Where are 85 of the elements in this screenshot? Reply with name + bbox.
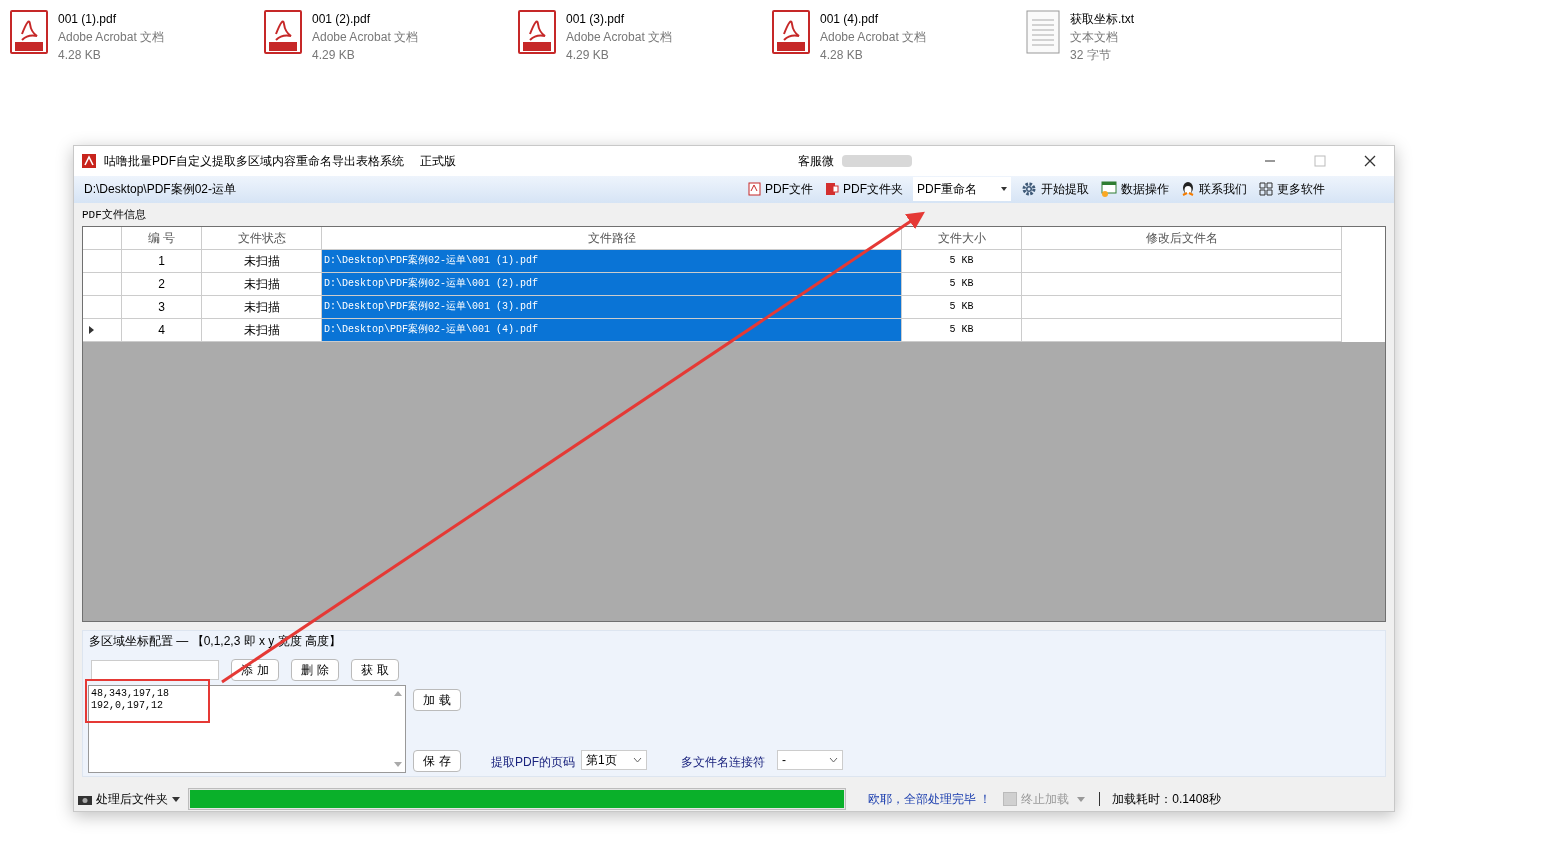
grid-icon: [1259, 182, 1273, 197]
status-message: 欧耶，全部处理完毕 ！: [868, 791, 992, 809]
table-cell: D:\Desktop\PDF案例02-运单\001 (3).pdf: [322, 295, 902, 319]
table-cell: 3: [122, 295, 202, 319]
page-label: 提取PDF的页码: [491, 753, 575, 771]
file-type: Adobe Acrobat 文档: [820, 29, 927, 46]
row-header[interactable]: [83, 318, 122, 342]
file-size: 4.28 KB: [58, 47, 102, 64]
table-cell: D:\Desktop\PDF案例02-运单\001 (1).pdf: [322, 249, 902, 273]
row-header[interactable]: [83, 272, 122, 296]
file-name[interactable]: 获取坐标.txt: [1070, 10, 1134, 28]
config-button[interactable]: 获 取: [351, 658, 399, 681]
joiner-select[interactable]: -: [777, 749, 843, 770]
file-name[interactable]: 001 (4).pdf: [820, 10, 927, 28]
toolbar-button[interactable]: 联系我们: [1175, 175, 1253, 204]
pdf-file-icon: [772, 10, 810, 54]
toolbar-button[interactable]: 更多软件: [1253, 175, 1331, 204]
table-cell: 5 KB: [902, 272, 1022, 296]
monitor-icon: [1101, 181, 1117, 198]
toolbar-button[interactable]: 开始提取: [1015, 175, 1095, 204]
file-size: 32 字节: [1070, 47, 1112, 64]
coordinate-line: 192,0,197,12: [91, 699, 164, 712]
support-contact: 客服微: [798, 152, 834, 170]
table-cell: D:\Desktop\PDF案例02-运单\001 (4).pdf: [322, 318, 902, 342]
column-header[interactable]: 文件路径: [322, 226, 902, 250]
folder-path: D:\Desktop\PDF案例02-运单: [83, 181, 238, 199]
row-header[interactable]: [83, 295, 122, 319]
table-cell: 2: [122, 272, 202, 296]
save-button[interactable]: 保 存: [413, 749, 461, 772]
table-cell: 5 KB: [902, 249, 1022, 273]
current-row-icon: [89, 325, 94, 334]
column-header[interactable]: 修改后文件名: [1022, 226, 1342, 250]
blurred-contact: [842, 154, 912, 167]
config-button[interactable]: 删 除: [291, 658, 339, 681]
caret-icon: [1077, 796, 1086, 802]
pdf-file-icon: [264, 10, 302, 54]
load-button[interactable]: 加 载: [413, 688, 461, 711]
coordinates-textarea[interactable]: 48,343,197,18 192,0,197,12: [88, 684, 406, 773]
page-select[interactable]: 第1页: [581, 749, 647, 770]
file-size: 4.29 KB: [312, 47, 356, 64]
table-cell: 5 KB: [902, 318, 1022, 342]
toolbar-button[interactable]: PDF文件夹: [819, 175, 909, 204]
pdf-file-icon: [10, 10, 48, 54]
camera-icon: [78, 793, 92, 805]
caret-icon: [172, 796, 180, 802]
pdf-folder-icon: [825, 182, 839, 197]
file-type: Adobe Acrobat 文档: [58, 29, 165, 46]
maximize-icon[interactable]: [1314, 154, 1326, 167]
chevron-down-icon: [829, 756, 838, 763]
column-header[interactable]: 编 号: [122, 226, 202, 250]
column-header[interactable]: 文件状态: [202, 226, 322, 250]
column-header[interactable]: 文件大小: [902, 226, 1022, 250]
edition-label: 正式版: [420, 152, 456, 170]
toolbar-button[interactable]: PDF文件: [742, 175, 819, 204]
coordinate-line: 48,343,197,18: [91, 687, 170, 700]
load-time: 加载耗时：0.1408秒: [1112, 791, 1222, 809]
table-cell: 4: [122, 318, 202, 342]
caret-icon: [1001, 187, 1007, 192]
window-title: 咕噜批量PDF自定义提取多区域内容重命名导出表格系统: [104, 152, 404, 170]
folder-dropdown[interactable]: 处理后文件夹: [96, 790, 168, 809]
text-file-icon: [1026, 10, 1060, 54]
rename-mode-dropdown[interactable]: PDF重命名: [913, 177, 1011, 202]
file-name[interactable]: 001 (1).pdf: [58, 10, 165, 28]
joiner-label: 多文件名连接符: [681, 753, 765, 771]
table-cell: 1: [122, 249, 202, 273]
penguin-icon: [1181, 181, 1195, 198]
pdf-document-icon: [748, 182, 761, 197]
pdf-file-icon: [518, 10, 556, 54]
app-logo-icon: [82, 153, 96, 168]
toolbar-button[interactable]: 数据操作: [1095, 175, 1175, 204]
gear-icon: [1021, 181, 1037, 198]
chevron-down-icon: [633, 756, 642, 763]
file-type: Adobe Acrobat 文档: [566, 29, 673, 46]
table-corner-header[interactable]: [83, 226, 122, 250]
group-title: PDF文件信息: [82, 209, 146, 222]
file-type: 文本文档: [1070, 29, 1119, 46]
file-name[interactable]: 001 (2).pdf: [312, 10, 419, 28]
table-cell: 5 KB: [902, 295, 1022, 319]
file-size: 4.28 KB: [820, 47, 864, 64]
table-cell: D:\Desktop\PDF案例02-运单\001 (2).pdf: [322, 272, 902, 296]
close-icon[interactable]: [1364, 154, 1376, 167]
file-size: 4.29 KB: [566, 47, 610, 64]
coordinate-input[interactable]: [91, 659, 219, 680]
file-name[interactable]: 001 (3).pdf: [566, 10, 673, 28]
file-type: Adobe Acrobat 文档: [312, 29, 419, 46]
